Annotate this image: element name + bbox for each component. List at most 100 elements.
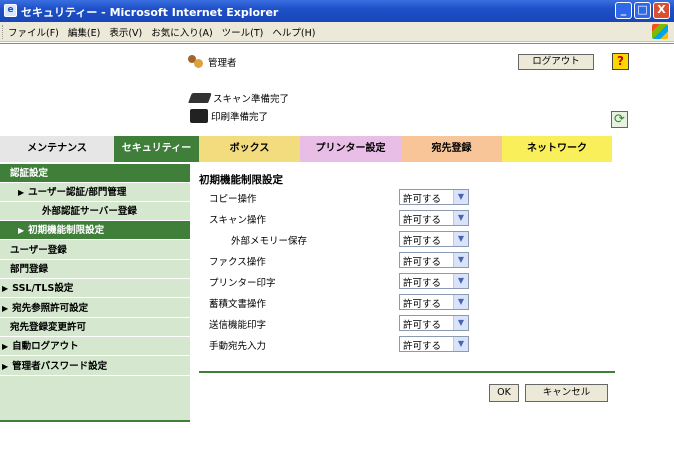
menu-help[interactable]: ヘルプ(H) (272, 25, 315, 39)
refresh-button[interactable]: ⟳ (611, 111, 628, 128)
sidebar-item[interactable]: ▶ SSL/TLS設定 (0, 279, 190, 298)
triangle-right-icon: ▶ (18, 226, 25, 235)
select-value: 許可する (403, 215, 442, 226)
triangle-right-icon: ▶ (18, 188, 25, 197)
sidebar-item-label: 管理者パスワード設定 (12, 361, 108, 372)
permission-select[interactable]: 許可する ▼ (399, 210, 469, 226)
setting-label: 蓄積文書操作 (209, 299, 267, 310)
permission-select[interactable]: 許可する ▼ (399, 231, 469, 247)
setting-row: コピー操作 許可する ▼ (199, 188, 471, 207)
divider (199, 371, 615, 373)
setting-row: 手動宛先入力 許可する ▼ (199, 335, 471, 354)
chevron-down-icon[interactable]: ▼ (453, 232, 468, 246)
help-button[interactable]: ? (612, 53, 629, 70)
sidebar-item-label: ユーザー認証/部門管理 (28, 187, 127, 198)
chevron-down-icon[interactable]: ▼ (453, 190, 468, 204)
scanner-icon (188, 93, 212, 103)
menu-edit[interactable]: 編集(E) (68, 25, 100, 39)
tab-printer-settings[interactable]: プリンター設定 (300, 136, 401, 162)
permission-select[interactable]: 許可する ▼ (399, 273, 469, 289)
menu-view[interactable]: 表示(V) (109, 25, 142, 39)
setting-label: 手動宛先入力 (209, 341, 267, 352)
tab-security[interactable]: セキュリティー (114, 136, 199, 162)
sidebar-item[interactable]: 部門登録 (0, 260, 190, 279)
logout-button[interactable]: ログアウト (518, 54, 594, 70)
setting-label: ファクス操作 (209, 257, 266, 268)
sidebar-item-label: 初期機能制限設定 (28, 225, 105, 236)
permission-select[interactable]: 許可する ▼ (399, 252, 469, 268)
window-titlebar: e セキュリティー - Microsoft Internet Explorer … (0, 0, 674, 22)
sidebar-item[interactable]: ▶ ユーザー認証/部門管理 (0, 183, 190, 202)
sidebar-item-label: 宛先参照許可設定 (12, 303, 89, 314)
select-value: 許可する (403, 299, 442, 310)
main-tabs: メンテナンス セキュリティー ボックス プリンター設定 宛先登録 ネットワーク (0, 136, 674, 162)
tab-address-registration[interactable]: 宛先登録 (401, 136, 502, 162)
sidebar-item-label: 認証設定 (10, 168, 49, 179)
setting-row: 外部メモリー保存 許可する ▼ (199, 230, 471, 249)
select-value: 許可する (403, 320, 442, 331)
cancel-button[interactable]: キャンセル (525, 384, 608, 402)
triangle-right-icon: ▶ (2, 362, 9, 371)
chevron-down-icon[interactable]: ▼ (453, 211, 468, 225)
sidebar-item[interactable]: ▶ 初期機能制限設定 (0, 221, 190, 240)
menu-tools[interactable]: ツール(T) (222, 25, 264, 39)
menu-file[interactable]: ファイル(F) (8, 25, 59, 39)
select-value: 許可する (403, 341, 442, 352)
setting-label: プリンター印字 (209, 278, 276, 289)
triangle-right-icon: ▶ (2, 342, 9, 351)
maximize-button[interactable]: □ (634, 2, 651, 19)
setting-row: 蓄積文書操作 許可する ▼ (199, 293, 471, 312)
sidebar-item[interactable]: ▶ 自動ログアウト (0, 337, 190, 356)
setting-label: スキャン操作 (209, 215, 267, 226)
windows-logo-icon (652, 24, 668, 39)
sidebar-item[interactable]: 宛先登録変更許可 (0, 318, 190, 337)
sidebar-item[interactable]: ▶ 宛先参照許可設定 (0, 299, 190, 318)
chevron-down-icon[interactable]: ▼ (453, 316, 468, 330)
scan-status-text: スキャン準備完了 (213, 94, 290, 105)
chevron-down-icon[interactable]: ▼ (453, 253, 468, 267)
setting-label: コピー操作 (209, 194, 257, 205)
permission-select[interactable]: 許可する ▼ (399, 189, 469, 205)
select-value: 許可する (403, 278, 442, 289)
chevron-down-icon[interactable]: ▼ (453, 274, 468, 288)
window-title: セキュリティー - Microsoft Internet Explorer (21, 6, 279, 19)
sidebar-item[interactable]: ユーザー登録 (0, 241, 190, 260)
minimize-button[interactable]: _ (615, 2, 632, 19)
sidebar: 認証設定 ▶ ユーザー認証/部門管理 外部認証サーバー登録 ▶ 初期機能制限設定 ユーザー登… (0, 164, 190, 422)
chevron-down-icon[interactable]: ▼ (453, 295, 468, 309)
scan-status: スキャン準備完了 (188, 91, 290, 105)
tab-box[interactable]: ボックス (199, 136, 300, 162)
chevron-down-icon[interactable]: ▼ (453, 337, 468, 351)
setting-label: 外部メモリー保存 (231, 236, 308, 247)
print-status-text: 印刷準備完了 (211, 112, 269, 123)
sidebar-item[interactable]: 外部認証サーバー登録 (0, 202, 190, 221)
ok-button[interactable]: OK (489, 384, 519, 402)
sidebar-item-label: SSL/TLS設定 (12, 283, 74, 294)
ie-app-icon: e (4, 4, 17, 17)
sidebar-item-label: 宛先登録変更許可 (10, 322, 87, 333)
setting-row: 送信機能印字 許可する ▼ (199, 314, 471, 333)
user-info: 管理者 (188, 55, 237, 69)
admin-user-icon (188, 55, 204, 69)
user-name: 管理者 (208, 58, 237, 69)
tab-network[interactable]: ネットワーク (502, 136, 612, 162)
printer-icon (190, 109, 208, 123)
select-value: 許可する (403, 236, 442, 247)
tab-maintenance[interactable]: メンテナンス (0, 136, 114, 162)
permission-select[interactable]: 許可する ▼ (399, 315, 469, 331)
menu-bar: ファイル(F) 編集(E) 表示(V) お気に入り(A) ツール(T) ヘルプ(… (0, 22, 674, 42)
select-value: 許可する (403, 257, 442, 268)
sidebar-item[interactable]: ▶ 管理者パスワード設定 (0, 357, 190, 376)
menu-favorites[interactable]: お気に入り(A) (151, 25, 212, 39)
page-title: 初期機能制限設定 (199, 174, 283, 186)
permission-select[interactable]: 許可する ▼ (399, 336, 469, 352)
sidebar-item-label: 外部認証サーバー登録 (42, 206, 137, 217)
setting-row: ファクス操作 許可する ▼ (199, 251, 471, 270)
setting-row: プリンター印字 許可する ▼ (199, 272, 471, 291)
sidebar-item[interactable]: 認証設定 (0, 164, 190, 183)
sidebar-item-label: 部門登録 (10, 264, 49, 275)
print-status: 印刷準備完了 (190, 109, 268, 123)
close-button[interactable]: X (653, 2, 670, 19)
toolbar-grip (2, 25, 5, 39)
permission-select[interactable]: 許可する ▼ (399, 294, 469, 310)
